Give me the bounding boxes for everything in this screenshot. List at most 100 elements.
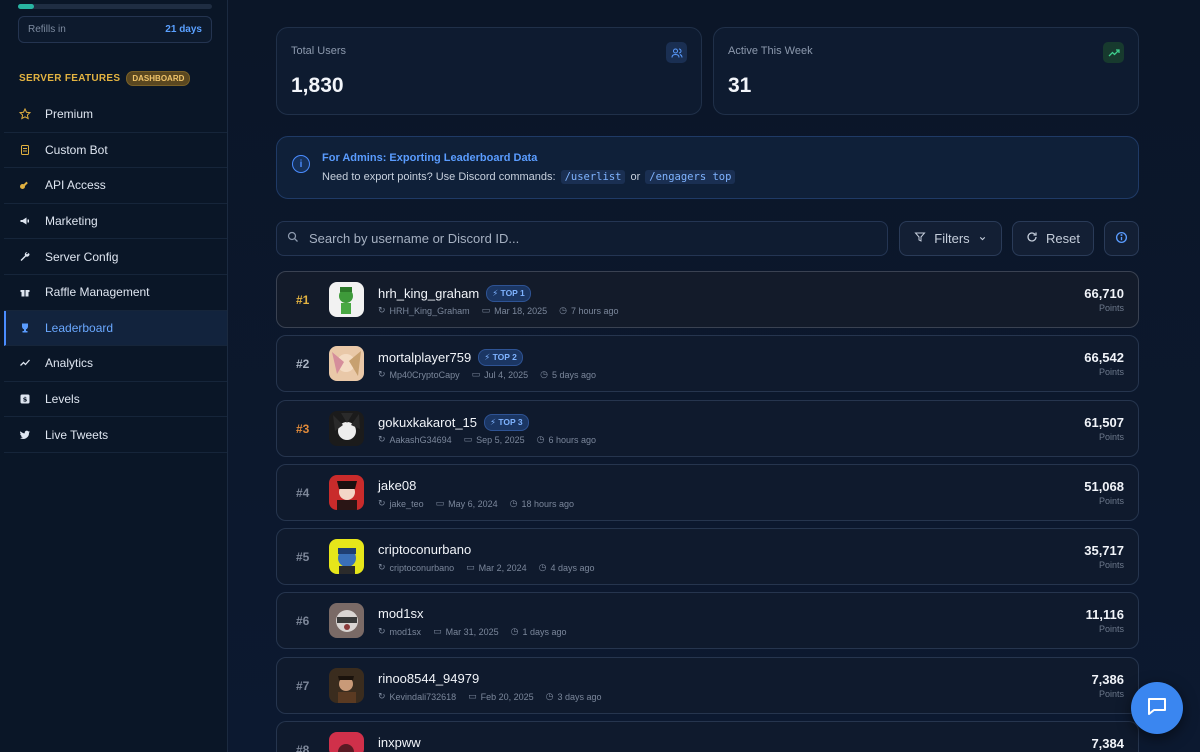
sidebar-item-label: Analytics [45,356,94,371]
points-label: Points [1098,496,1124,506]
username: rinoo8544_94979 [378,671,479,686]
sidebar-item-raffle-management[interactable]: Raffle Management [4,275,227,311]
points: 51,068 Points [1084,479,1124,506]
stat-label: Active This Week [728,45,813,57]
username-text: gokuxkakarot_15 [378,415,478,430]
sidebar-item-custom-bot[interactable]: Custom Bot [4,133,227,169]
stat-label: Total Users [291,45,347,57]
points: 7,386 Points [1091,672,1124,699]
calendar-icon: ▭ [468,691,477,701]
points-label: Points [1098,624,1124,634]
clock-icon: ◷ [559,305,568,315]
sidebar-item-label: Custom Bot [45,142,108,157]
clock-icon: ◷ [545,691,554,701]
reset-button[interactable]: Reset [1012,221,1094,256]
rank-label: #7 [296,679,310,693]
refill-value: 21 days [165,24,202,35]
sidebar-item-server-config[interactable]: Server Config [4,239,227,275]
top-badge: ⚡ TOP 3 [484,414,529,431]
points-label: Points [1098,560,1124,570]
row-meta: ↻ jake_teo ▭ May 6, 2024 ◷ 18 hours ago [378,498,574,509]
username: mortalplayer759 ⚡ TOP 2 [378,349,523,366]
clock-icon: ◷ [540,369,548,379]
leaderboard-row[interactable]: #8 inxpww 7,384 [276,721,1139,752]
search-input[interactable] [309,231,869,246]
refill-info: Refills in 21 days [18,16,212,43]
username-text: jake08 [378,478,417,493]
sidebar: Refills in 21 days SERVER FEATURES DASHB… [0,0,228,752]
sidebar-item-leaderboard[interactable]: Leaderboard [4,310,227,347]
username: inxpww [378,735,421,750]
admin-export-notice: i For Admins: Exporting Leaderboard Data… [276,136,1139,199]
username-text: hrh_king_graham [378,286,480,301]
sidebar-item-live-tweets[interactable]: Live Tweets [4,417,227,453]
join-date: Mar 2, 2024 [478,562,527,573]
sidebar-nav: Premium Custom Bot API Access Marketing … [4,97,227,453]
points-label: Points [1098,432,1124,442]
calendar-icon: ▭ [433,626,442,636]
points-value: 51,068 [1084,479,1124,494]
users-icon [666,42,687,63]
username-text: mortalplayer759 [378,350,472,365]
sidebar-item-label: Live Tweets [45,427,109,442]
twitter-handle: jake_teo [389,498,424,509]
points-value: 66,710 [1084,286,1124,301]
sidebar-item-analytics[interactable]: Analytics [4,346,227,382]
chat-bubble-icon [1145,694,1169,723]
leaderboard-row[interactable]: #6 mod1sx ↻ mod1sx ▭ Mar 31, 2025 ◷ 1 days … [276,592,1139,649]
sidebar-item-api-access[interactable]: API Access [4,168,227,204]
leaderboard-row[interactable]: #1 hrh_king_graham ⚡ TOP 1 ↻ HRH_King_Gra… [276,271,1139,328]
points-value: 7,384 [1091,736,1124,751]
username-text: inxpww [378,735,421,750]
leaderboard-row[interactable]: #2 mortalplayer759 ⚡ TOP 2 ↻ Mp40CryptoCa… [276,335,1139,392]
filters-label: Filters [934,231,970,246]
username-text: mod1sx [378,606,424,621]
trophy-icon [19,322,31,334]
username-text: criptoconurbano [378,542,472,557]
sidebar-item-marketing[interactable]: Marketing [4,204,227,240]
points-value: 61,507 [1084,415,1124,430]
calendar-icon: ▭ [481,305,491,315]
filters-button[interactable]: Filters [899,221,1002,256]
star-icon [19,108,31,120]
join-date: Mar 31, 2025 [445,626,499,637]
chart-line-icon [19,357,31,369]
clock-icon: ◷ [536,434,545,444]
twitter-handle: HRH_King_Graham [389,305,470,316]
twitter-handle: mod1sx [389,626,422,637]
row-meta: ↻ mod1sx ▭ Mar 31, 2025 ◷ 1 days ago [378,626,567,637]
stat-card-total-users: Total Users 1,830 [276,27,702,115]
points: 66,542 Points [1084,350,1124,377]
leaderboard-row[interactable]: #5 criptoconurbano ↻ criptoconurbano ▭ Mar… [276,528,1139,585]
notice-title: For Admins: Exporting Leaderboard Data [322,152,538,164]
avatar [329,732,364,752]
row-meta: ↻ HRH_King_Graham ▭ Mar 18, 2025 ◷ 7 hours … [378,305,619,316]
top-badge: ⚡ TOP 1 [486,285,531,302]
search-bar[interactable] [276,221,888,256]
calendar-icon: ▭ [466,562,475,572]
sidebar-item-label: Levels [45,392,80,407]
command-engagers-top: /engagers top [645,170,736,184]
join-date: Feb 20, 2025 [480,691,534,702]
sidebar-item-premium[interactable]: Premium [4,97,227,133]
avatar [329,282,364,317]
leaderboard-row[interactable]: #3 gokuxkakarot_15 ⚡ TOP 3 ↻ AakashG34694… [276,400,1139,457]
join-date: Mar 18, 2025 [494,305,548,316]
points-label: Points [1098,367,1124,377]
chat-support-button[interactable] [1131,682,1183,734]
twitter-handle-icon: ↻ [378,626,386,636]
sidebar-item-label: Server Config [45,249,119,264]
leaderboard-row[interactable]: #4 jake08 ↻ jake_teo ▭ May 6, 2024 ◷ 18 hou… [276,464,1139,521]
row-meta: ↻ Mp40CryptoCapy ▭ Jul 4, 2025 ◷ 5 days ago [378,369,596,380]
leaderboard-row[interactable]: #7 rinoo8544_94979 ↻ Kevindali732618 ▭ Feb… [276,657,1139,714]
twitter-handle-icon: ↻ [378,691,386,701]
top-badge-text: TOP 2 [492,352,517,362]
avatar [329,346,364,381]
row-meta: ↻ Kevindali732618 ▭ Feb 20, 2025 ◷ 3 days a… [378,691,602,702]
sidebar-item-levels[interactable]: $ Levels [4,382,227,418]
calendar-icon: ▭ [463,434,473,444]
sidebar-item-label: Marketing [45,214,98,229]
info-button[interactable] [1104,221,1139,256]
refill-progress-fill [18,4,34,9]
username: mod1sx [378,606,424,621]
